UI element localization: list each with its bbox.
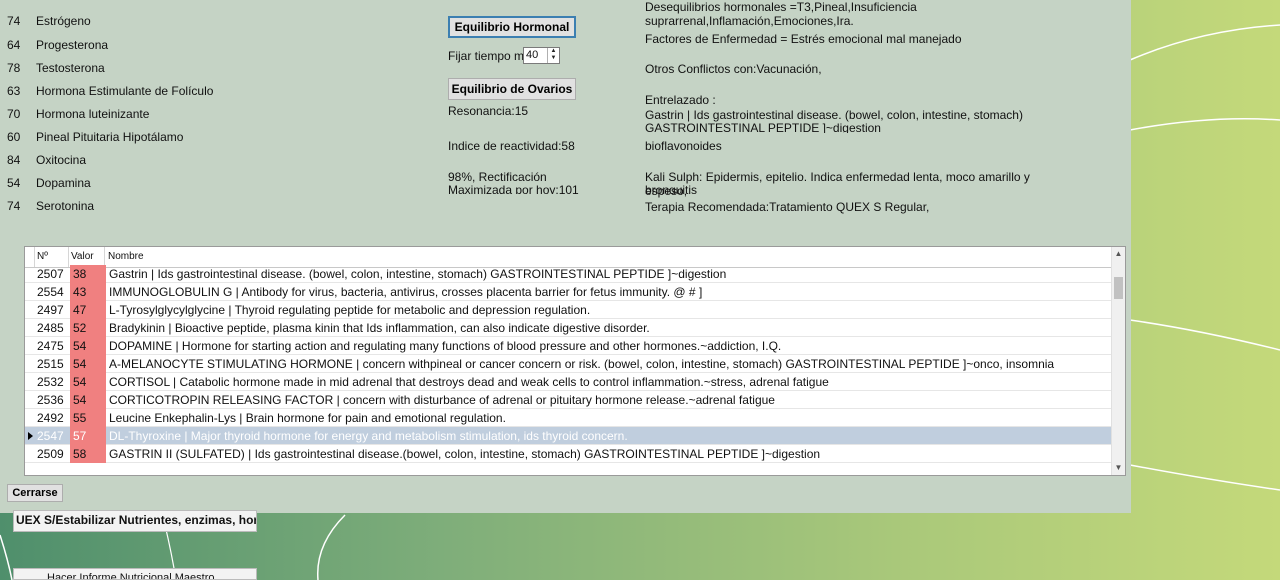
scrollbar-thumb[interactable]	[1114, 277, 1123, 299]
fijar-tiempo-label: Fijar tiempo mi	[448, 49, 527, 63]
table-row[interactable]: 2536 54 CORTICOTROPIN RELEASING FACTOR | c…	[25, 391, 1113, 409]
indice-reactividad-label: Indice de reactividad:58	[448, 139, 575, 153]
scroll-down-icon[interactable]: ▼	[1112, 461, 1125, 475]
entrelazado-text-2: GASTROINTESTINAL PEPTIDE ]~digestion	[645, 121, 881, 133]
otros-conflictos-text: Otros Conflictos con:Vacunación,	[645, 62, 822, 76]
table-row[interactable]: 2507 38 Gastrin | Ids gastrointestinal dis…	[25, 265, 1113, 283]
terapia-text: Terapia Recomendada:Tratamiento QUEX S R…	[645, 200, 930, 214]
column-header-valor[interactable]: Valor	[67, 247, 105, 267]
chevron-down-icon[interactable]: ▼	[548, 55, 559, 62]
table-row[interactable]: 2475 54 DOPAMINE | Hormone for starting ac…	[25, 337, 1113, 355]
column-header-no[interactable]: Nº	[33, 247, 69, 267]
table-row[interactable]: 2515 54 A-MELANOCYTE STIMULATING HORMONE |…	[25, 355, 1113, 373]
informe-nutricional-button[interactable]: Hacer Informe Nutricional Maestro	[13, 568, 257, 580]
table-row[interactable]: 2497 47 L-Tyrosylglycylglycine | Thyroid r…	[25, 301, 1113, 319]
results-grid[interactable]: Nº Valor Nombre 2507 38 Gastrin | Ids gast…	[24, 246, 1126, 476]
equilibrio-ovarios-button[interactable]: Equilibrio de Ovarios	[448, 78, 576, 100]
rectificacion-maximizada-label: Maximizada por hoy:101	[448, 183, 579, 194]
entrelazado-text-1: Gastrin | Ids gastrointestinal disease. …	[645, 108, 1023, 122]
hormone-balance-window: 74 Estrógeno 64 Progesterona 78 Testosteron…	[0, 0, 1131, 513]
fijar-tiempo-value: 40	[526, 49, 539, 61]
column-header-nombre[interactable]: Nombre	[104, 247, 1113, 267]
factores-text: Factores de Enfermedad = Estrés emociona…	[645, 32, 962, 46]
resonancia-label: Resonancia:15	[448, 104, 529, 118]
table-row[interactable]: 2509 58 GASTRIN II (SULFATED) | Ids gastro…	[25, 445, 1113, 463]
desequilibrios-text: Desequilibrios hormonales =T3,Pineal,Ins…	[645, 0, 917, 14]
table-row[interactable]: 2532 54 CORTISOL | Catabolic hormone made …	[25, 373, 1113, 391]
bioflavonoides-text: bioflavonoides	[645, 139, 722, 153]
cerrarse-button[interactable]: Cerrarse	[7, 484, 63, 502]
table-row[interactable]: 2485 52 Bradykinin | Bioactive peptide, pl…	[25, 319, 1113, 337]
table-row-selected[interactable]: 2547 57 DL-Thyroxine | Major thyroid hormo…	[25, 427, 1113, 445]
fijar-tiempo-stepper[interactable]: 40 ▲ ▼	[523, 47, 560, 64]
table-row[interactable]: 2554 43 IMMUNOGLOBULIN G | Antibody for vi…	[25, 283, 1113, 301]
kali-sulph-text-2: bronquitis	[645, 183, 698, 194]
desequilibrios-text-2: suprarrenal,Inflamación,Emociones,Ira.	[645, 14, 854, 28]
scroll-up-icon[interactable]: ▲	[1112, 247, 1125, 261]
rectificacion-label: 98%, Rectificación	[448, 170, 547, 184]
table-row[interactable]: 2492 55 Leucine Enkephalin-Lys | Brain hor…	[25, 409, 1113, 427]
row-pointer-icon	[25, 427, 35, 445]
entrelazado-label: Entrelazado :	[645, 93, 716, 107]
stepper-arrows[interactable]: ▲ ▼	[547, 48, 559, 63]
grid-vertical-scrollbar[interactable]: ▲ ▼	[1111, 247, 1125, 475]
equilibrio-hormonal-button[interactable]: Equilibrio Hormonal	[448, 16, 576, 38]
estabilizar-nutrientes-button[interactable]: UEX S/Estabilizar Nutrientes, enzimas, h…	[13, 510, 257, 532]
chevron-up-icon[interactable]: ▲	[548, 48, 559, 55]
